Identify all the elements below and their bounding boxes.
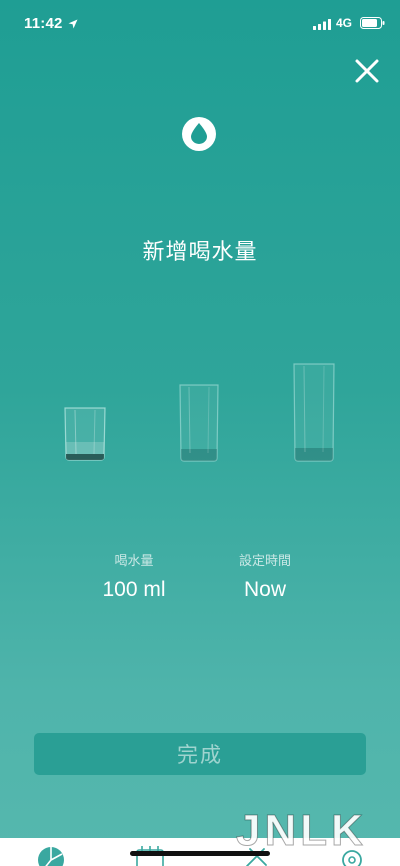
time-value[interactable]: Now (195, 578, 335, 602)
medium-glass-option[interactable] (178, 383, 220, 463)
watermark: JNLK (236, 806, 367, 856)
calendar-icon[interactable] (136, 846, 164, 866)
amount-label: 喝水量 (114, 553, 154, 568)
status-time: 11:42 (24, 15, 63, 32)
amount-section: 喝水量 100 ml (64, 550, 204, 602)
close-button[interactable] (354, 58, 380, 84)
water-drop-badge (182, 117, 216, 151)
signal-icon (313, 17, 331, 35)
time-section: 設定時間 Now (195, 550, 335, 602)
amount-value[interactable]: 100 ml (64, 578, 204, 602)
small-glass-option[interactable] (63, 406, 107, 462)
pie-chart-icon[interactable] (37, 846, 65, 866)
page-title: 新增喝水量 (142, 239, 258, 264)
time-label: 設定時間 (238, 553, 291, 568)
location-arrow-icon (68, 16, 78, 34)
water-drop-icon (191, 123, 207, 144)
close-icon (355, 59, 379, 83)
done-button[interactable]: 完成 (34, 733, 366, 775)
status-bar: 11:42 4G (0, 0, 400, 48)
network-type: 4G (336, 16, 353, 30)
large-glass-option[interactable] (292, 362, 336, 463)
battery-icon (360, 16, 385, 34)
